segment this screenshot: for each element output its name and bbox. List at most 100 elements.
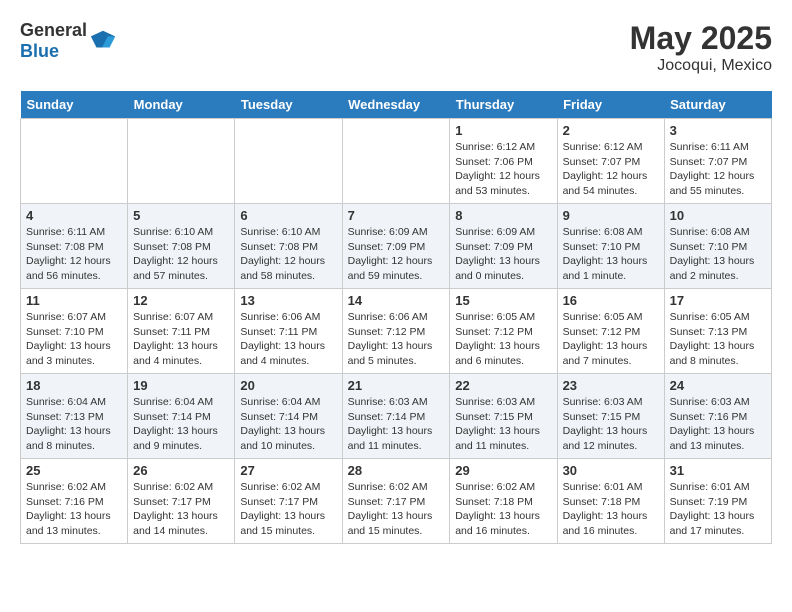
- day-info: Sunrise: 6:02 AMSunset: 7:18 PMDaylight:…: [455, 480, 551, 539]
- day-info: Sunrise: 6:04 AMSunset: 7:13 PMDaylight:…: [26, 395, 122, 454]
- week-row-4: 18 Sunrise: 6:04 AMSunset: 7:13 PMDayligh…: [21, 374, 772, 459]
- day-number: 15: [455, 293, 551, 308]
- calendar-cell: 6Sunrise: 6:10 AMSunset: 7:08 PMDaylight…: [235, 204, 342, 289]
- day-number: 16: [563, 293, 659, 308]
- day-info: Sunrise: 6:09 AMSunset: 7:09 PMDaylight:…: [348, 225, 445, 284]
- day-number: 5: [133, 208, 229, 223]
- calendar-cell: 9Sunrise: 6:08 AMSunset: 7:10 PMDaylight…: [557, 204, 664, 289]
- calendar-cell: 4Sunrise: 6:11 AMSunset: 7:08 PMDaylight…: [21, 204, 128, 289]
- day-info: Sunrise: 6:07 AMSunset: 7:11 PMDaylight:…: [133, 310, 229, 369]
- day-number: 18: [26, 378, 122, 393]
- day-number: 29: [455, 463, 551, 478]
- day-number: 9: [563, 208, 659, 223]
- logo-text: General Blue: [20, 20, 87, 62]
- logo-general: General: [20, 20, 87, 40]
- day-number: 27: [240, 463, 336, 478]
- day-info: Sunrise: 6:03 AMSunset: 7:15 PMDaylight:…: [455, 395, 551, 454]
- day-number: 23: [563, 378, 659, 393]
- day-number: 13: [240, 293, 336, 308]
- day-number: 11: [26, 293, 122, 308]
- day-number: 31: [670, 463, 766, 478]
- day-info: Sunrise: 6:04 AMSunset: 7:14 PMDaylight:…: [240, 395, 336, 454]
- day-info: Sunrise: 6:05 AMSunset: 7:12 PMDaylight:…: [455, 310, 551, 369]
- day-header-friday: Friday: [557, 91, 664, 119]
- day-number: 26: [133, 463, 229, 478]
- day-number: 24: [670, 378, 766, 393]
- calendar-cell: 16 Sunrise: 6:05 AMSunset: 7:12 PMDayligh…: [557, 289, 664, 374]
- day-info: Sunrise: 6:01 AMSunset: 7:19 PMDaylight:…: [670, 480, 766, 539]
- calendar-cell: [21, 119, 128, 204]
- calendar-cell: 17Sunrise: 6:05 AMSunset: 7:13 PMDayligh…: [664, 289, 771, 374]
- calendar-cell: 12Sunrise: 6:07 AMSunset: 7:11 PMDayligh…: [128, 289, 235, 374]
- day-number: 2: [563, 123, 659, 138]
- calendar-cell: 21 Sunrise: 6:03 AMSunset: 7:14 PMDayligh…: [342, 374, 450, 459]
- day-header-tuesday: Tuesday: [235, 91, 342, 119]
- calendar-cell: 27Sunrise: 6:02 AMSunset: 7:17 PMDayligh…: [235, 459, 342, 544]
- calendar-cell: 23 Sunrise: 6:03 AMSunset: 7:15 PMDayligh…: [557, 374, 664, 459]
- day-number: 8: [455, 208, 551, 223]
- calendar-cell: 28 Sunrise: 6:02 AMSunset: 7:17 PMDayligh…: [342, 459, 450, 544]
- subtitle: Jocoqui, Mexico: [630, 57, 772, 75]
- day-number: 28: [348, 463, 445, 478]
- calendar-cell: 24 Sunrise: 6:03 AMSunset: 7:16 PMDayligh…: [664, 374, 771, 459]
- main-title: May 2025: [630, 20, 772, 57]
- day-info: Sunrise: 6:12 AMSunset: 7:06 PMDaylight:…: [455, 140, 551, 199]
- day-header-monday: Monday: [128, 91, 235, 119]
- day-info: Sunrise: 6:03 AMSunset: 7:16 PMDaylight:…: [670, 395, 766, 454]
- day-info: Sunrise: 6:02 AMSunset: 7:16 PMDaylight:…: [26, 480, 122, 539]
- week-row-3: 11 Sunrise: 6:07 AMSunset: 7:10 PMDayligh…: [21, 289, 772, 374]
- logo: General Blue: [20, 20, 117, 62]
- day-info: Sunrise: 6:02 AMSunset: 7:17 PMDaylight:…: [348, 480, 445, 539]
- calendar-cell: [128, 119, 235, 204]
- day-number: 3: [670, 123, 766, 138]
- day-info: Sunrise: 6:03 AMSunset: 7:15 PMDaylight:…: [563, 395, 659, 454]
- day-info: Sunrise: 6:08 AMSunset: 7:10 PMDaylight:…: [670, 225, 766, 284]
- calendar-cell: 22Sunrise: 6:03 AMSunset: 7:15 PMDayligh…: [450, 374, 557, 459]
- calendar-cell: 31 Sunrise: 6:01 AMSunset: 7:19 PMDayligh…: [664, 459, 771, 544]
- day-info: Sunrise: 6:03 AMSunset: 7:14 PMDaylight:…: [348, 395, 445, 454]
- day-info: Sunrise: 6:09 AMSunset: 7:09 PMDaylight:…: [455, 225, 551, 284]
- calendar-cell: [342, 119, 450, 204]
- day-info: Sunrise: 6:10 AMSunset: 7:08 PMDaylight:…: [240, 225, 336, 284]
- calendar-table: SundayMondayTuesdayWednesdayThursdayFrid…: [20, 91, 772, 544]
- title-block: May 2025 Jocoqui, Mexico: [630, 20, 772, 75]
- day-number: 20: [240, 378, 336, 393]
- calendar-cell: 25 Sunrise: 6:02 AMSunset: 7:16 PMDayligh…: [21, 459, 128, 544]
- day-header-saturday: Saturday: [664, 91, 771, 119]
- calendar-cell: 14 Sunrise: 6:06 AMSunset: 7:12 PMDayligh…: [342, 289, 450, 374]
- day-info: Sunrise: 6:11 AMSunset: 7:07 PMDaylight:…: [670, 140, 766, 199]
- calendar-cell: 29 Sunrise: 6:02 AMSunset: 7:18 PMDayligh…: [450, 459, 557, 544]
- day-info: Sunrise: 6:12 AMSunset: 7:07 PMDaylight:…: [563, 140, 659, 199]
- calendar-cell: 5Sunrise: 6:10 AMSunset: 7:08 PMDaylight…: [128, 204, 235, 289]
- day-number: 19: [133, 378, 229, 393]
- day-number: 21: [348, 378, 445, 393]
- day-info: Sunrise: 6:06 AMSunset: 7:12 PMDaylight:…: [348, 310, 445, 369]
- calendar-cell: 20 Sunrise: 6:04 AMSunset: 7:14 PMDayligh…: [235, 374, 342, 459]
- calendar-cell: 15 Sunrise: 6:05 AMSunset: 7:12 PMDayligh…: [450, 289, 557, 374]
- day-info: Sunrise: 6:01 AMSunset: 7:18 PMDaylight:…: [563, 480, 659, 539]
- day-info: Sunrise: 6:07 AMSunset: 7:10 PMDaylight:…: [26, 310, 122, 369]
- page-header: General Blue May 2025 Jocoqui, Mexico: [20, 20, 772, 75]
- week-row-2: 4Sunrise: 6:11 AMSunset: 7:08 PMDaylight…: [21, 204, 772, 289]
- day-header-wednesday: Wednesday: [342, 91, 450, 119]
- calendar-cell: 18 Sunrise: 6:04 AMSunset: 7:13 PMDayligh…: [21, 374, 128, 459]
- header-row: SundayMondayTuesdayWednesdayThursdayFrid…: [21, 91, 772, 119]
- logo-icon: [89, 27, 117, 55]
- day-info: Sunrise: 6:04 AMSunset: 7:14 PMDaylight:…: [133, 395, 229, 454]
- calendar-cell: 19 Sunrise: 6:04 AMSunset: 7:14 PMDayligh…: [128, 374, 235, 459]
- day-info: Sunrise: 6:02 AMSunset: 7:17 PMDaylight:…: [133, 480, 229, 539]
- calendar-cell: 13 Sunrise: 6:06 AMSunset: 7:11 PMDayligh…: [235, 289, 342, 374]
- day-info: Sunrise: 6:05 AMSunset: 7:13 PMDaylight:…: [670, 310, 766, 369]
- calendar-cell: 1 Sunrise: 6:12 AMSunset: 7:06 PMDaylight…: [450, 119, 557, 204]
- day-number: 14: [348, 293, 445, 308]
- day-number: 25: [26, 463, 122, 478]
- week-row-5: 25 Sunrise: 6:02 AMSunset: 7:16 PMDayligh…: [21, 459, 772, 544]
- day-header-sunday: Sunday: [21, 91, 128, 119]
- day-info: Sunrise: 6:05 AMSunset: 7:12 PMDaylight:…: [563, 310, 659, 369]
- calendar-cell: 8 Sunrise: 6:09 AMSunset: 7:09 PMDaylight…: [450, 204, 557, 289]
- day-number: 1: [455, 123, 551, 138]
- day-info: Sunrise: 6:06 AMSunset: 7:11 PMDaylight:…: [240, 310, 336, 369]
- calendar-cell: 3 Sunrise: 6:11 AMSunset: 7:07 PMDaylight…: [664, 119, 771, 204]
- calendar-cell: 10Sunrise: 6:08 AMSunset: 7:10 PMDayligh…: [664, 204, 771, 289]
- week-row-1: 1 Sunrise: 6:12 AMSunset: 7:06 PMDaylight…: [21, 119, 772, 204]
